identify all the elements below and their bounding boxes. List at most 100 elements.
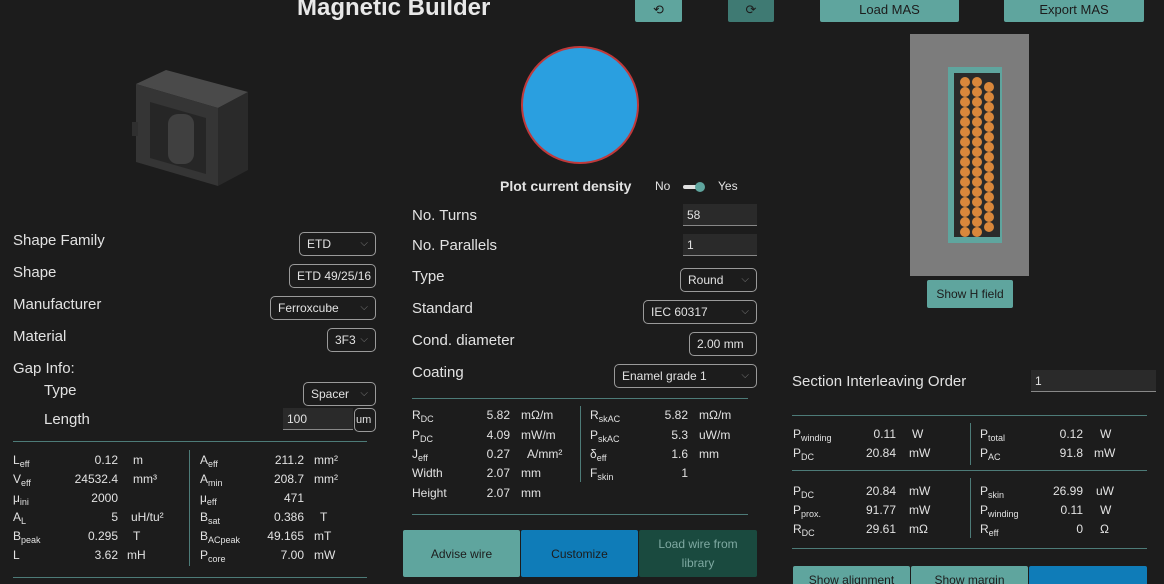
turn-conductor [960, 77, 970, 87]
param-name: Jeff [412, 447, 428, 463]
param-name: Height [412, 486, 447, 500]
toggle-no-label: No [655, 179, 671, 193]
wire-type-select[interactable]: Round ⌵ [680, 268, 757, 292]
turn-conductor [960, 137, 970, 147]
param-name: PDC [793, 446, 815, 462]
param-name: RDC [793, 522, 815, 538]
coating-select[interactable]: Enamel grade 1 ⌵ [614, 364, 757, 388]
cond-diameter-select[interactable]: 2.00 mm [689, 332, 757, 356]
export-mas-button[interactable]: Export MAS [1004, 0, 1144, 22]
param-name: Fskin [590, 466, 614, 482]
standard-select[interactable]: IEC 60317 ⌵ [643, 300, 757, 324]
param-value: 91.8 [1059, 446, 1083, 460]
turn-conductor [972, 177, 982, 187]
divider [189, 450, 190, 566]
turn-conductor [960, 87, 970, 97]
turn-conductor [984, 152, 994, 162]
param-unit: mm³ [133, 472, 157, 486]
customize-button[interactable]: Customize [521, 530, 638, 577]
gap-type-select[interactable]: Spacer ⌵ [303, 382, 376, 406]
param-name: Pwinding [980, 503, 1019, 519]
divider [970, 423, 971, 465]
interleaving-order-label: Section Interleaving Order [792, 373, 967, 390]
shape-family-select[interactable]: ETD ⌵ [299, 232, 376, 256]
show-h-field-button[interactable]: Show H field [927, 280, 1013, 308]
material-label: Material [13, 328, 67, 345]
param-name: PAC [980, 446, 1001, 462]
parallels-label: No. Parallels [412, 237, 498, 254]
divider [580, 406, 581, 482]
param-unit: mW [909, 484, 931, 498]
turn-conductor [960, 207, 970, 217]
param-unit: W [1100, 503, 1112, 517]
turn-conductor [972, 217, 982, 227]
param-name: PDC [793, 484, 815, 500]
material-select[interactable]: 3F3 ⌵ [327, 328, 376, 352]
parallels-input[interactable]: 1 [683, 234, 757, 256]
coating-label: Coating [412, 364, 464, 381]
param-name: μini [13, 491, 29, 507]
param-value: 20.84 [865, 484, 896, 498]
turn-conductor [960, 157, 970, 167]
turn-conductor [960, 177, 970, 187]
undo-icon: ⟲ [653, 2, 664, 17]
param-name: Pskin [980, 484, 1005, 500]
chevron-down-icon: ⌵ [360, 302, 368, 313]
gap-length-label: Length [44, 411, 90, 428]
winding-view [910, 34, 1029, 276]
param-name: AL [13, 510, 27, 526]
param-unit: mΩ [909, 522, 928, 536]
param-name: Ptotal [980, 427, 1006, 443]
param-value: 3.62 [94, 548, 118, 562]
turn-conductor [984, 222, 994, 232]
turn-conductor [984, 212, 994, 222]
turns-input[interactable]: 58 [683, 204, 757, 226]
turn-conductor [972, 197, 982, 207]
param-value: 0.27 [486, 447, 510, 461]
gap-length-input[interactable]: 100 [283, 408, 353, 430]
param-name: Pcore [200, 548, 226, 564]
shape-select[interactable]: ETD 49/25/16 [289, 264, 376, 288]
chevron-down-icon: ⌵ [360, 238, 368, 249]
param-unit: Ω [1100, 522, 1109, 536]
param-name: RDC [412, 408, 434, 424]
param-name: RskAC [590, 408, 621, 424]
turn-conductor [960, 147, 970, 157]
standard-label: Standard [412, 300, 473, 317]
param-unit: mW/m [521, 428, 556, 442]
param-name: Bpeak [13, 529, 41, 545]
redo-button[interactable]: ⟳ [728, 0, 774, 22]
turn-conductor [960, 127, 970, 137]
divider [792, 415, 1147, 416]
show-alignment-button[interactable]: Show alignment [793, 566, 910, 584]
advise-wire-button[interactable]: Advise wire [403, 530, 520, 577]
param-unit: mW [909, 503, 931, 517]
gap-unit-select[interactable]: um [354, 408, 376, 432]
turn-conductor [972, 77, 982, 87]
manufacturer-select[interactable]: Ferroxcube ⌵ [270, 296, 376, 320]
interleaving-order-input[interactable]: 1 [1031, 370, 1156, 392]
param-name: μeff [200, 491, 217, 507]
show-margin-button[interactable]: Show margin [911, 566, 1028, 584]
turn-conductor [960, 227, 970, 237]
param-unit: T [320, 510, 328, 524]
load-wire-library-button[interactable]: Load wire from library [639, 530, 757, 577]
param-unit: mΩ/m [521, 408, 554, 422]
param-name: PskAC [590, 428, 620, 444]
param-value: 29.61 [865, 522, 896, 536]
undo-button[interactable]: ⟲ [635, 0, 682, 22]
turn-conductor [984, 202, 994, 212]
core-3d-view[interactable] [128, 66, 252, 186]
turn-conductor [960, 97, 970, 107]
turn-conductor [984, 112, 994, 122]
load-mas-button[interactable]: Load MAS [820, 0, 959, 22]
param-value: 1.6 [671, 447, 688, 461]
turn-conductor [960, 187, 970, 197]
param-value: 0.11 [1060, 503, 1083, 517]
param-unit: m [133, 453, 143, 467]
current-density-toggle[interactable] [683, 182, 707, 192]
param-value: 471 [283, 491, 304, 505]
chevron-down-icon: ⌵ [741, 370, 749, 381]
turn-conductor [972, 227, 982, 237]
extra-action-button[interactable] [1029, 566, 1147, 584]
